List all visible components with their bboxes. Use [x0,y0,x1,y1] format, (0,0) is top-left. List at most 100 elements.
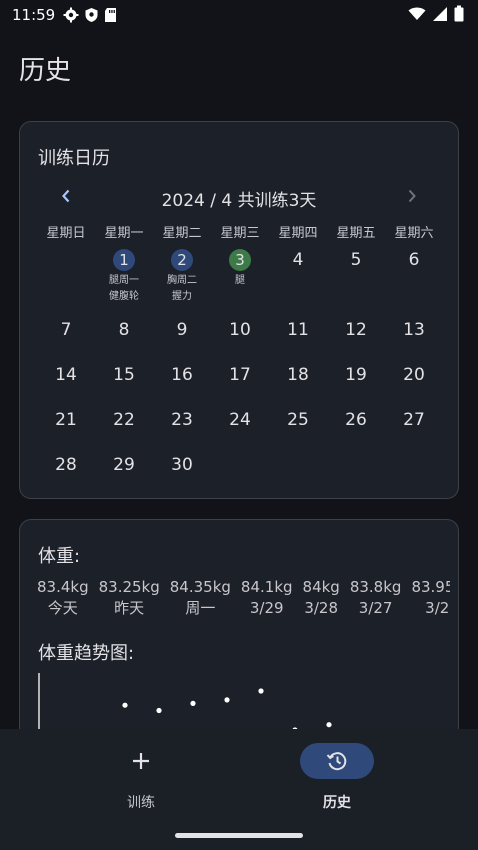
day-number: 9 [176,320,188,340]
day-number: 15 [113,365,135,385]
settings-gear-icon [63,7,79,23]
calendar-day[interactable]: 5 [327,248,385,318]
weight-trend-point [156,707,162,714]
trained-day-badge: 2 [171,249,193,271]
day-number: 20 [403,365,425,385]
day-number: 4 [292,250,304,270]
calendar-day[interactable]: 29 [95,453,153,498]
weight-entry-date: 3/28 [304,599,339,617]
trained-day-badge: 1 [113,249,135,271]
calendar-day[interactable]: 18 [269,363,327,408]
calendar-day[interactable]: 15 [95,363,153,408]
weight-history-list[interactable]: 83.4kg 今天 83.25kg 昨天 84.35kg 周一 84.1kg 3/29 84kg… [32,577,450,621]
next-month-button[interactable] [402,184,422,208]
calendar-day[interactable]: 3腿 [211,248,269,318]
calendar-day[interactable]: 6 [385,248,443,318]
training-calendar-card: 训练日历 2024 / 4 共训练3天 星期日 星期一 星期二 星期三 星期四 星期五 星期… [19,121,459,499]
calendar-day[interactable]: 26 [327,408,385,453]
weight-trend-point [326,722,332,728]
calendar-navigation: 2024 / 4 共训练3天 [20,184,458,211]
calendar-day[interactable]: 13 [385,318,443,363]
weight-entry: 84kg 3/28 [298,577,345,621]
calendar-day[interactable]: 23 [153,408,211,453]
calendar-title: 训练日历 [38,148,110,169]
calendar-day[interactable]: 28 [37,453,95,498]
day-workout-note: 胸周二 [167,275,197,286]
weekday-label: 星期三 [220,226,260,241]
weight-entry-date: 3/29 [249,599,284,617]
weight-trend-title: 体重趋势图: [38,643,135,664]
plus-icon [133,753,149,769]
weekday-label: 星期日 [46,226,86,241]
calendar-day[interactable]: 9 [153,318,211,363]
nav-item-history[interactable]: 历史 [277,741,397,812]
calendar-day[interactable]: 4 [269,248,327,318]
trained-day-badge: 3 [229,249,251,271]
day-workout-note: 握力 [172,291,192,302]
weekday-header-row: 星期日 星期一 星期二 星期三 星期四 星期五 星期六 [37,222,443,241]
weight-entry: 83.8kg 3/27 [345,577,407,621]
page-title: 历史 [19,56,72,86]
home-indicator[interactable] [175,833,303,838]
calendar-day[interactable]: 27 [385,408,443,453]
history-clock-icon [326,752,347,771]
weight-entry-value: 84.1kg [240,578,293,596]
weight-entry-value: 84kg [302,578,340,596]
weight-trend-point [122,702,128,708]
weight-entry-value: 83.25kg [98,578,160,596]
nav-train-label: 训练 [127,795,155,811]
nav-history-label: 历史 [323,795,351,811]
calendar-day[interactable]: 1 腿周一 健腹轮 [95,248,153,318]
calendar-day[interactable]: 22 [95,408,153,453]
calendar-day[interactable]: 8 [95,318,153,363]
calendar-day[interactable]: 21 [37,408,95,453]
weight-entry: 83.4kg 今天 [32,577,94,621]
weight-entry-value: 83.8kg [349,578,402,596]
weekday-label: 星期二 [162,226,202,241]
calendar-month-heading: 2024 / 4 共训练3天 [161,191,317,211]
calendar-day[interactable]: 20 [385,363,443,408]
calendar-day[interactable]: 17 [211,363,269,408]
weekday-label: 星期一 [104,226,144,241]
weight-entry: 84.35kg 周一 [165,577,236,621]
weight-entry-date: 昨天 [114,599,145,617]
calendar-day[interactable]: 7 [37,318,95,363]
calendar-day[interactable]: 14 [37,363,95,408]
weight-entry-date: 周一 [185,599,216,617]
wifi-icon [408,7,426,20]
calendar-day[interactable]: 16 [153,363,211,408]
nav-history-indicator [300,743,374,779]
weight-title: 体重: [38,546,81,567]
weight-entry-date: 3/27 [358,599,393,617]
day-number: 30 [171,455,193,475]
calendar-day[interactable]: 10 [211,318,269,363]
day-number: 23 [171,410,193,430]
calendar-day[interactable]: 19 [327,363,385,408]
weekday-label: 星期五 [336,226,376,241]
day-number: 18 [287,365,309,385]
day-number: 27 [403,410,425,430]
shield-icon [85,8,98,22]
calendar-day[interactable]: 25 [269,408,327,453]
calendar-day[interactable]: 30 [153,453,211,498]
weight-entry-value: 84.35kg [169,578,231,596]
weight-trend-point [224,697,230,703]
calendar-day[interactable]: 12 [327,318,385,363]
nav-train-indicator [104,743,178,779]
day-number: 14 [55,365,77,385]
weight-trend-point [258,688,264,694]
day-number: 17 [229,365,251,385]
day-number: 16 [171,365,193,385]
day-workout-note: 腿周一 [109,275,139,286]
day-number: 24 [229,410,251,430]
nav-item-train[interactable]: 训练 [81,741,201,812]
bottom-navigation-bar: 训练 历史 [0,729,478,850]
calendar-day[interactable]: 11 [269,318,327,363]
day-number: 5 [350,250,362,270]
calendar-day[interactable]: 2 胸周二握力 [153,248,211,318]
day-number: 29 [113,455,135,475]
day-number: 26 [345,410,367,430]
calendar-day[interactable]: 24 [211,408,269,453]
day-workout-note: 腿 [235,275,245,286]
day-number: 19 [345,365,367,385]
